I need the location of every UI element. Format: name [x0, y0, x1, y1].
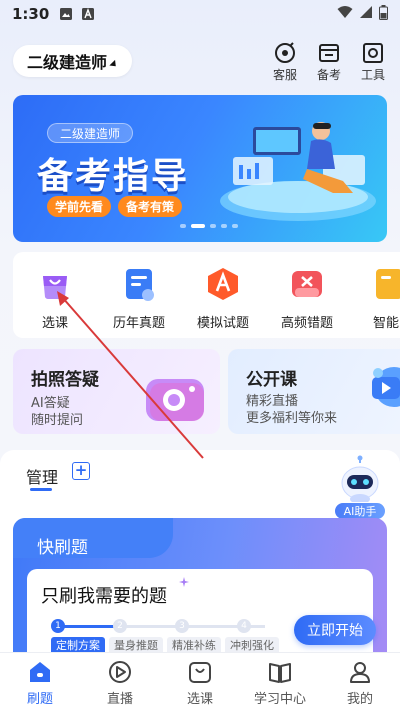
quick-item-mock-exams[interactable]: 模拟试题 [188, 266, 258, 331]
a-notification-icon [81, 7, 95, 21]
nav-item-mine[interactable]: 我的 [320, 653, 400, 711]
customer-service-label: 客服 [272, 68, 297, 82]
wrong-answer-icon [289, 266, 325, 302]
quick-practice-card: 快刷题 只刷我需要的题 1 2 3 4 定制方案 量身推题 精准补练 冲刺强化 … [13, 518, 387, 660]
banner-tag: 二级建造师 [47, 123, 134, 143]
status-bar: 1:30 [0, 0, 400, 28]
shopping-bag-icon [37, 266, 73, 302]
step-track-done [59, 625, 119, 628]
quick-practice-title: 快刷题 [37, 538, 88, 558]
step-dot: 1 [51, 619, 65, 633]
start-now-button[interactable]: 立即开始 [294, 615, 376, 645]
battery-icon [379, 4, 388, 24]
quick-item-past-exams[interactable]: 历年真题 [104, 266, 174, 331]
status-time: 1:30 [12, 5, 50, 23]
banner-dot [232, 224, 238, 228]
sparkle-icon [179, 577, 189, 587]
nav-item-practice[interactable]: 刷题 [0, 653, 80, 711]
app-header: 二级建造师 客服 备考 工具 [0, 40, 400, 86]
quick-practice-subtitle: 只刷我需要的题 [41, 586, 167, 607]
banner-pagination [180, 224, 238, 228]
tools-label: 工具 [360, 68, 385, 82]
step-dot: 2 [113, 619, 127, 633]
nav-label: 我的 [346, 692, 373, 707]
nav-item-study-center[interactable]: 学习中心 [240, 653, 320, 711]
calendar-icon [319, 44, 339, 62]
exam-type-selector[interactable]: 二级建造师 [13, 45, 133, 77]
exam-a-icon [205, 266, 241, 302]
photo-qa-line2: 随时提问 [31, 413, 84, 428]
exam-type-label: 二级建造师 [27, 53, 108, 72]
course-bag-icon [189, 662, 211, 683]
quick-item-label: 高频错题 [280, 316, 333, 331]
nav-label: 选课 [186, 692, 213, 707]
nav-item-courses[interactable]: 选课 [160, 653, 240, 711]
banner-dot [210, 224, 216, 228]
live-play-icon [372, 367, 400, 407]
bottom-navigation: 刷题 直播 选课 学习中心 我的 [0, 652, 400, 711]
photo-qa-title: 拍照答疑 [31, 370, 99, 390]
tools-button[interactable]: 工具 [356, 42, 390, 83]
manage-tab-indicator [30, 488, 52, 491]
quick-item-label: 智能 [372, 316, 399, 331]
quick-item-label: 模拟试题 [196, 316, 249, 331]
prep-label: 备考 [316, 68, 341, 82]
quick-practice-panel: 只刷我需要的题 1 2 3 4 定制方案 量身推题 精准补练 冲刺强化 立即开始 [27, 569, 376, 660]
open-class-card[interactable]: 公开课 精彩直播 更多福利等你来 [228, 349, 400, 434]
progress-steps: 1 2 3 4 [51, 619, 273, 633]
quick-item-label: 选课 [41, 316, 68, 331]
quick-item-label: 历年真题 [112, 316, 165, 331]
banner-dot [180, 224, 186, 228]
image-notification-icon [59, 7, 73, 21]
manage-tab[interactable]: 管理 [26, 464, 58, 488]
banner-pill-strategy: 备考有策 [118, 196, 183, 217]
wifi-icon [337, 5, 353, 23]
promo-banner[interactable]: 二级建造师 备考指导 学前先看 备考有策 [13, 95, 387, 242]
smart-icon [368, 266, 400, 302]
banner-headline: 备考指导 [37, 156, 190, 197]
open-class-title: 公开课 [246, 370, 297, 390]
open-class-line2: 更多福利等你来 [246, 411, 338, 426]
book-icon [269, 663, 291, 683]
user-icon [350, 662, 370, 683]
ai-assistant-button[interactable]: AI助手 [332, 455, 388, 520]
nav-item-live[interactable]: 直播 [80, 653, 160, 711]
photo-qa-card[interactable]: 拍照答疑 AI答疑 随时提问 [13, 349, 220, 434]
customer-service-button[interactable]: 客服 [268, 42, 302, 83]
robot-icon [341, 455, 379, 504]
quick-item-smart[interactable]: 智能 [351, 266, 400, 331]
prep-button[interactable]: 备考 [312, 42, 346, 83]
quick-item-frequent-errors[interactable]: 高频错题 [272, 266, 342, 331]
nav-label: 学习中心 [253, 692, 306, 707]
signal-icon [359, 5, 373, 23]
step-dot: 3 [175, 619, 189, 633]
customer-service-icon [275, 42, 295, 63]
camera-icon [146, 379, 204, 421]
banner-pill-before-study: 学前先看 [47, 196, 112, 217]
dropdown-caret-icon [109, 59, 119, 69]
quick-item-select-course[interactable]: 选课 [20, 266, 90, 331]
quick-access-row: 选课 历年真题 模拟试题 高频错题 智能 [13, 252, 400, 338]
add-button[interactable]: + [72, 462, 90, 480]
banner-dot [221, 224, 227, 228]
nav-label: 刷题 [26, 692, 53, 707]
toolbox-icon [363, 43, 383, 63]
document-icon [121, 266, 157, 302]
nav-label: 直播 [106, 692, 133, 707]
banner-illustration [220, 122, 376, 221]
play-icon [109, 661, 131, 683]
home-icon [30, 662, 50, 682]
step-dot: 4 [237, 619, 251, 633]
banner-dot-active [191, 224, 205, 228]
